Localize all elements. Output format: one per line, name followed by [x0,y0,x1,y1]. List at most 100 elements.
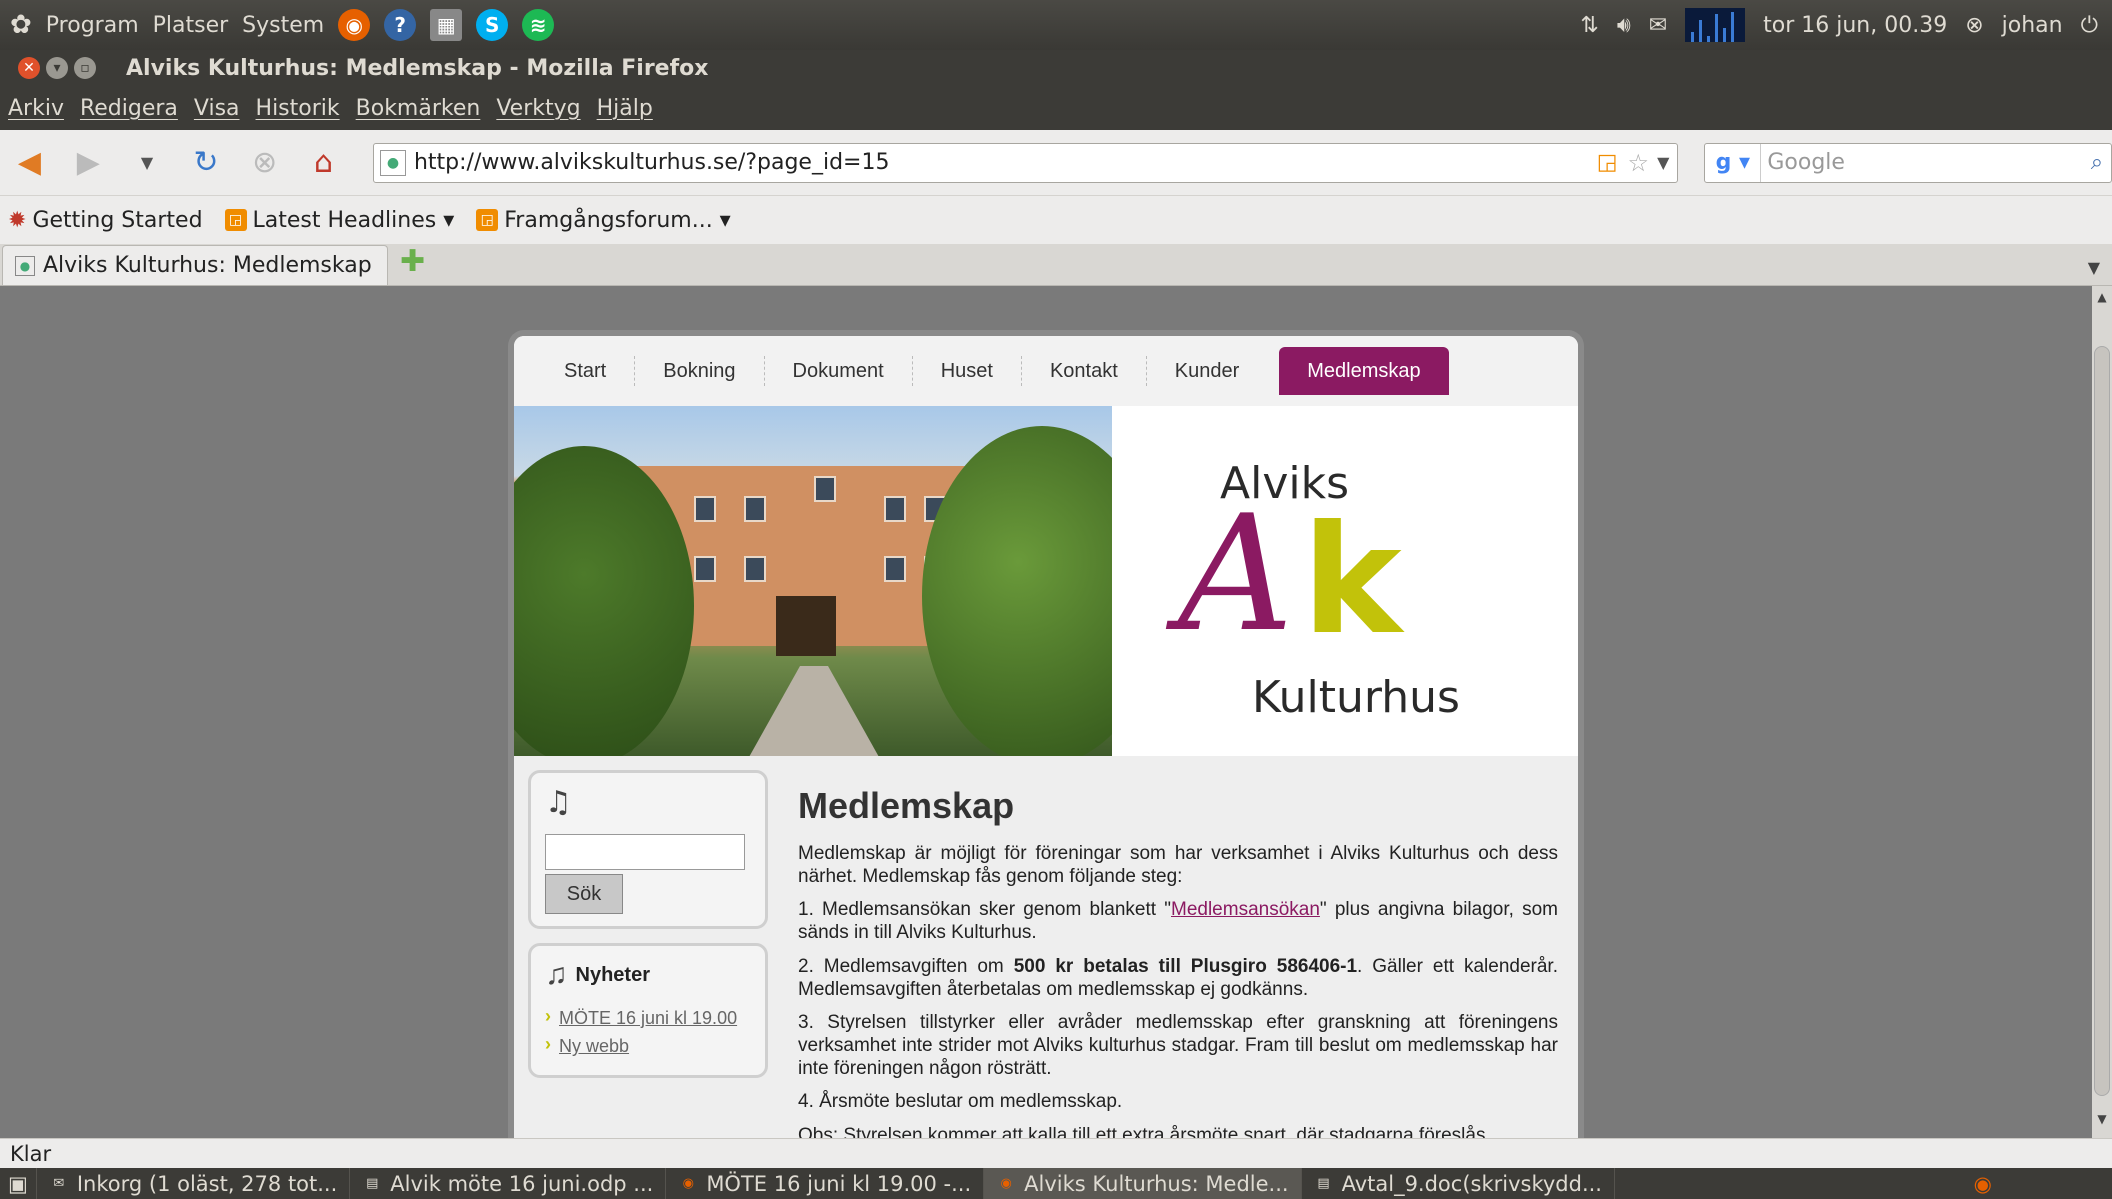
menu-bar: Arkiv Redigera Visa Historik Bokmärken V… [0,86,2112,130]
mail-icon[interactable]: ✉ [1649,13,1667,38]
reload-button[interactable]: ↻ [186,143,225,183]
menu-verktyg[interactable]: Verktyg [496,96,580,121]
gnome-foot-icon[interactable]: ✿ [10,10,32,40]
taskbar-item-avtal[interactable]: ▤ Avtal_9.doc(skrivskydd... [1302,1168,1615,1199]
tab-medlemskap[interactable]: ● Alviks Kulturhus: Medlemskap [2,245,388,285]
url-dropdown-icon[interactable]: ▼ [1657,153,1669,172]
firefox-bookmark-icon: ✹ [8,207,27,233]
user-name[interactable]: johan [2002,13,2063,38]
forward-button[interactable]: ▶ [69,143,108,183]
site-search-input[interactable] [545,834,745,870]
step-2-text: 2. Medlemsavgiften om [798,955,1014,977]
site-search-button[interactable]: Sök [545,874,623,914]
bookmark-getting-started[interactable]: ✹ Getting Started [8,208,203,233]
menu-historik[interactable]: Historik [256,96,340,121]
firefox-launcher-icon[interactable]: ◉ [338,9,371,41]
skype-launcher-icon[interactable]: S [476,9,509,41]
bookmark-framgangsforum[interactable]: ◲ Framgångsforum... ▾ [476,207,731,233]
volume-icon[interactable]: 🔊︎ [1617,13,1631,38]
tab-list-dropdown-icon[interactable]: ▼ [2088,258,2100,277]
page-viewport[interactable]: Start Bokning Dokument Huset Kontakt Kun… [0,286,2092,1138]
url-text[interactable]: http://www.alvikskulturhus.se/?page_id=1… [414,150,1597,175]
news-link[interactable]: Ny webb [559,1034,629,1058]
network-icon[interactable]: ⇅ [1580,13,1598,38]
site-nav-medlemskap[interactable]: Medlemskap [1279,347,1449,395]
user-status-icon[interactable]: ⊗ [1965,13,1983,38]
taskbar-label: Avtal_9.doc(skrivskydd... [1341,1171,1602,1196]
bookmark-star-icon[interactable]: ☆ [1628,149,1650,177]
stop-button[interactable]: ⊗ [245,143,284,183]
scroll-down-icon[interactable]: ▼ [2092,1112,2112,1134]
menu-visa[interactable]: Visa [194,96,240,121]
rss-feed-icon[interactable]: ◲ [1597,150,1618,175]
taskbar-item-presentation[interactable]: ▤ Alvik möte 16 juni.odp ... [350,1168,667,1199]
back-button[interactable]: ◀ [10,143,49,183]
site-nav-dokument[interactable]: Dokument [765,356,913,386]
clock[interactable]: tor 16 jun, 00.39 [1763,13,1947,38]
firefox-icon: ◉ [1000,1176,1012,1191]
menu-arkiv[interactable]: Arkiv [8,96,64,121]
chevron-right-icon: › [545,1034,551,1055]
window-titlebar[interactable]: ✕ ▾ ▫ Alviks Kulturhus: Medlemskap - Moz… [0,50,2112,86]
step-2-bold: 500 kr betalas till Plusgiro 586406-1 [1013,955,1358,977]
minimize-window-icon[interactable]: ▾ [46,57,68,79]
bottom-taskbar: ▣ ✉ Inkorg (1 oläst, 278 tot... ▤ Alvik … [0,1168,2112,1199]
list-item: › MÖTE 16 juni kl 19.00 [545,1006,751,1030]
power-icon[interactable]: ⏻ [2081,13,2098,38]
search-box[interactable]: g ▾ Google ⌕ [1704,142,2112,183]
scroll-thumb[interactable] [2094,346,2110,1096]
menu-hjalp[interactable]: Hjälp [597,96,653,121]
logo-letter-a: A [1178,480,1294,667]
taskbar-label: Alvik möte 16 juni.odp ... [390,1171,654,1196]
taskbar-item-firefox-medlemskap[interactable]: ◉ Alviks Kulturhus: Medle... [984,1168,1302,1199]
new-tab-icon[interactable]: ✚ [400,244,425,279]
home-button[interactable]: ⌂ [304,143,343,183]
help-launcher-icon[interactable]: ? [384,9,417,41]
top-panel: ✿ Program Platser System ◉ ? ▦ S ≋ ⇅ 🔊︎ … [0,0,2112,50]
maximize-window-icon[interactable]: ▫ [74,57,96,79]
show-desktop-icon[interactable]: ▣ [0,1168,37,1199]
step-1: 1. Medlemsansökan sker genom blankett "M… [798,898,1558,944]
tab-bar: ● Alviks Kulturhus: Medlemskap ✚ ▼ [0,244,2112,286]
panel-menu-platser[interactable]: Platser [153,13,229,38]
site-nav-bokning[interactable]: Bokning [635,356,765,386]
membership-form-link[interactable]: Medlemsansökan [1171,899,1320,920]
panel-menu-program[interactable]: Program [46,13,139,38]
news-link[interactable]: MÖTE 16 juni kl 19.00 [559,1006,737,1030]
calculator-launcher-icon[interactable]: ▦ [430,9,463,41]
scroll-up-icon[interactable]: ▲ [2092,290,2112,312]
close-window-icon[interactable]: ✕ [18,57,40,79]
site-logo[interactable]: Alviks A k Kulturhus [1112,406,1578,756]
site-nav-huset[interactable]: Huset [913,356,1022,386]
news-heading: Nyheter [575,963,650,986]
site-body: ♫ Sök ♫ Nyheter › MÖTE 16 juni kl 19.00 [514,756,1578,1138]
menu-redigera[interactable]: Redigera [80,96,178,121]
history-dropdown-icon[interactable]: ▼ [128,143,167,183]
taskbar-item-firefox-mote[interactable]: ◉ MÖTE 16 juni kl 19.00 -... [666,1168,985,1199]
vertical-scrollbar[interactable]: ▲ ▼ [2092,286,2112,1138]
taskbar-item-inbox[interactable]: ✉ Inkorg (1 oläst, 278 tot... [37,1168,351,1199]
chevron-right-icon: › [545,1006,551,1026]
spotify-launcher-icon[interactable]: ≋ [522,9,555,41]
step-1-text: 1. Medlemsansökan sker genom blankett " [798,899,1171,921]
search-engine-icon[interactable]: g ▾ [1705,143,1762,182]
site-nav-start[interactable]: Start [544,356,636,386]
intro-paragraph: Medlemskap är möjligt för föreningar som… [798,842,1558,888]
search-input[interactable]: Google [1761,150,2090,175]
site-nav-kontakt[interactable]: Kontakt [1022,356,1147,386]
bookmark-latest-headlines[interactable]: ◲ Latest Headlines ▾ [224,208,454,233]
bookmark-label: Framgångsforum... ▾ [504,207,731,233]
firefox-tray-icon[interactable]: ◉ [1974,1172,1992,1196]
search-magnifier-icon[interactable]: ⌕ [2091,150,2103,175]
panel-menu-system[interactable]: System [242,13,324,38]
status-text: Klar [10,1141,52,1166]
url-bar[interactable]: ● http://www.alvikskulturhus.se/?page_id… [372,142,1679,183]
step-4: 4. Årsmöte beslutar om medlemsskap. [798,1091,1123,1113]
site-nav-kunder[interactable]: Kunder [1147,356,1268,386]
site-identity-icon[interactable]: ● [379,149,406,176]
window-shape [884,496,906,522]
sidebar: ♫ Sök ♫ Nyheter › MÖTE 16 juni kl 19.00 [528,770,768,1138]
tab-favicon-icon: ● [15,255,35,276]
menu-bokmarken[interactable]: Bokmärken [356,96,481,121]
document-icon: ▤ [1317,1176,1330,1191]
